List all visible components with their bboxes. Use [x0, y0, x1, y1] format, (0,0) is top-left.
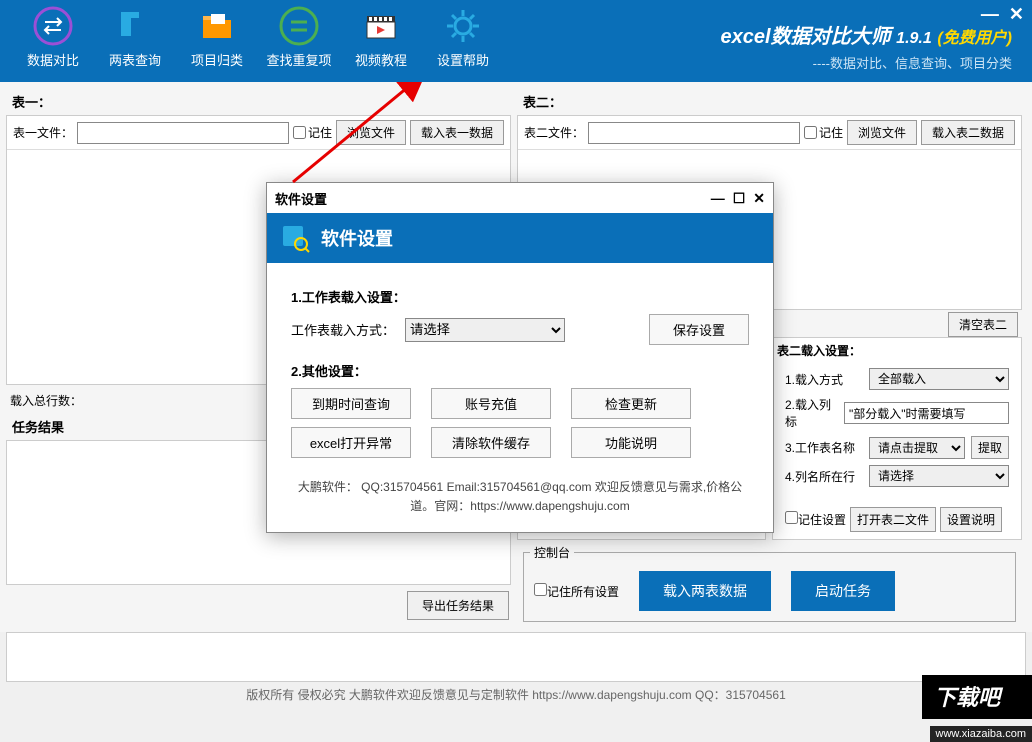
dlg-check-update-button[interactable]: 检查更新 — [571, 388, 691, 419]
table1-load-button[interactable]: 载入表一数据 — [410, 120, 504, 145]
dialog-minimize-icon[interactable]: — — [711, 190, 725, 207]
tb-label: 查找重复项 — [266, 50, 331, 69]
open-t2-file-button[interactable]: 打开表二文件 — [850, 507, 936, 532]
app-title: excel数据对比大师 1.9.1 (免费用户) ----数据对比、信息查询、项… — [721, 20, 1012, 72]
table1-label: 表一： — [6, 88, 511, 115]
table1-file-row: 表一文件： 记住 浏览文件 载入表一数据 — [7, 116, 510, 149]
dlg-footer-text: 大鹏软件： QQ:315704561 Email:315704561@qq.co… — [291, 478, 749, 516]
start-task-button[interactable]: 启动任务 — [791, 571, 895, 611]
tb-label: 设置帮助 — [437, 50, 489, 69]
tb-data-compare[interactable]: 数据对比 — [12, 6, 94, 69]
app-version: 1.9.1 — [896, 30, 932, 47]
close-icon[interactable]: ✕ — [1009, 4, 1024, 25]
titlebar: 数据对比 两表查询 项目归类 查找重复项 视频教程 — [0, 0, 1032, 82]
t2-load-cols-input[interactable] — [844, 402, 1009, 424]
download-logo-watermark: 下载吧 — [922, 675, 1032, 724]
tb-label: 视频教程 — [355, 50, 407, 69]
t2-s1-label: 1.载入方式 — [785, 371, 863, 388]
table1-file-label: 表一文件： — [13, 124, 73, 141]
dlg-save-button[interactable]: 保存设置 — [649, 314, 749, 345]
table2-browse-button[interactable]: 浏览文件 — [847, 120, 917, 145]
clear-table2-button[interactable]: 清空表二 — [948, 312, 1018, 337]
dialog-title: 软件设置 — [275, 189, 327, 208]
t2-extract-button[interactable]: 提取 — [971, 436, 1009, 459]
tb-video-tutorial[interactable]: 视频教程 — [340, 6, 422, 69]
settings-dialog: 软件设置 — ☐ ✕ 软件设置 1.工作表载入设置： 工作表载入方式： 请选择 … — [266, 182, 774, 533]
tb-label: 数据对比 — [27, 50, 79, 69]
table2-file-input[interactable] — [588, 122, 800, 144]
remember-all-settings[interactable]: 记住所有设置 — [534, 583, 619, 600]
dlg-expiry-query-button[interactable]: 到期时间查询 — [291, 388, 411, 419]
dlg-feature-help-button[interactable]: 功能说明 — [571, 427, 691, 458]
app-subtitle: ----数据对比、信息查询、项目分类 — [721, 53, 1012, 72]
dlg-clear-cache-button[interactable]: 清除软件缓存 — [431, 427, 551, 458]
dlg-section1-title: 1.工作表载入设置： — [291, 287, 749, 306]
table2-remember-checkbox[interactable] — [804, 126, 817, 139]
export-result-button[interactable]: 导出任务结果 — [407, 591, 509, 620]
dlg-load-method-label: 工作表载入方式： — [291, 320, 395, 339]
dialog-titlebar[interactable]: 软件设置 — ☐ ✕ — [267, 183, 773, 213]
control-panel: 控制台 记住所有设置 载入两表数据 启动任务 — [523, 544, 1016, 622]
minimize-icon[interactable]: — — [981, 4, 999, 25]
table1-remember[interactable]: 记住 — [293, 124, 332, 141]
table2-remember[interactable]: 记住 — [804, 124, 843, 141]
video-icon — [361, 6, 401, 46]
url-watermark: www.xiazaiba.com — [930, 726, 1032, 742]
tb-label: 项目归类 — [191, 50, 243, 69]
window-controls: — ✕ — [981, 4, 1024, 25]
footer-text: 版权所有 侵权必究 大鹏软件欢迎反馈意见与定制软件 https://www.da… — [0, 682, 1032, 707]
load-count-label: 载入总行数： — [10, 392, 82, 409]
t2-load-method-select[interactable]: 全部载入 — [869, 368, 1009, 390]
app-name: excel数据对比大师 — [721, 26, 891, 48]
t2-header-row-select[interactable]: 请选择 — [869, 465, 1009, 487]
main-toolbar: 数据对比 两表查询 项目归类 查找重复项 视频教程 — [0, 0, 516, 75]
user-type: (免费用户) — [937, 30, 1012, 47]
dialog-body: 1.工作表载入设置： 工作表载入方式： 请选择 保存设置 2.其他设置： 到期时… — [267, 263, 773, 532]
control-title: 控制台 — [530, 544, 574, 561]
tb-two-table-query[interactable]: 两表查询 — [94, 6, 176, 69]
table1-remember-checkbox[interactable] — [293, 126, 306, 139]
dlg-excel-error-button[interactable]: excel打开异常 — [291, 427, 411, 458]
table2-load-button[interactable]: 载入表二数据 — [921, 120, 1015, 145]
dialog-close-icon[interactable]: ✕ — [753, 190, 765, 207]
settings-dialog-icon — [279, 222, 311, 254]
table2-file-label: 表二文件： — [524, 124, 584, 141]
table2-file-row: 表二文件： 记住 浏览文件 载入表二数据 — [518, 116, 1021, 149]
bottom-output — [6, 632, 1026, 682]
tb-label: 两表查询 — [109, 50, 161, 69]
table2-label: 表二： — [517, 88, 1022, 115]
tb-settings-help[interactable]: 设置帮助 — [422, 6, 504, 69]
compare-icon — [33, 6, 73, 46]
t2-settings-help-button[interactable]: 设置说明 — [940, 507, 1002, 532]
t2-remember-settings[interactable]: 记住设置 — [785, 511, 846, 528]
dlg-recharge-button[interactable]: 账号充值 — [431, 388, 551, 419]
folder-icon — [197, 6, 237, 46]
table2-load-settings: 表二载入设置： 1.载入方式 全部载入 2.载入列标 3.工作表名称 请点击提取… — [772, 337, 1022, 540]
tb-classify[interactable]: 项目归类 — [176, 6, 258, 69]
dialog-header: 软件设置 — [267, 213, 773, 263]
t2-s2-label: 2.载入列标 — [785, 396, 838, 430]
load-both-button[interactable]: 载入两表数据 — [639, 571, 771, 611]
dialog-maximize-icon[interactable]: ☐ — [733, 190, 746, 207]
dlg-load-method-select[interactable]: 请选择 — [405, 318, 565, 342]
table1-file-input[interactable] — [77, 122, 289, 144]
dialog-header-text: 软件设置 — [321, 225, 393, 251]
t2-s3-label: 3.工作表名称 — [785, 439, 863, 456]
gear-icon — [443, 6, 483, 46]
t2-s4-label: 4.列名所在行 — [785, 468, 863, 485]
table1-browse-button[interactable]: 浏览文件 — [336, 120, 406, 145]
t2-settings-title: 表二载入设置： — [777, 342, 1017, 359]
t2-sheet-select[interactable]: 请点击提取 — [869, 437, 965, 459]
dlg-section2-title: 2.其他设置： — [291, 361, 749, 380]
query-icon — [115, 6, 155, 46]
tb-find-duplicates[interactable]: 查找重复项 — [258, 6, 340, 69]
svg-text:下载吧: 下载吧 — [934, 685, 1004, 710]
duplicate-icon — [279, 6, 319, 46]
